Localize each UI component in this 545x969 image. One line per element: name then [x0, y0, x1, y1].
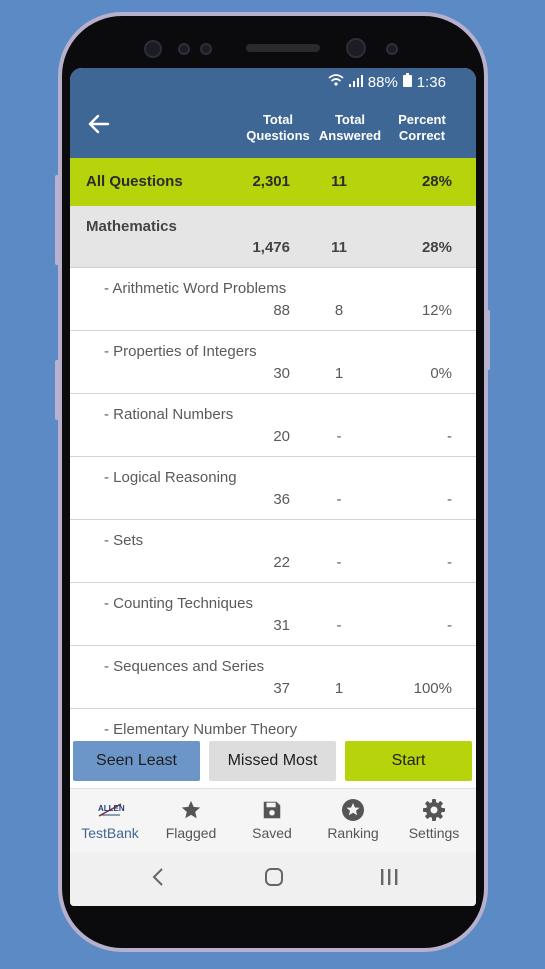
- missed-most-button[interactable]: Missed Most: [209, 741, 336, 781]
- row-label: All Questions: [86, 173, 183, 190]
- total-answered: -: [336, 617, 342, 634]
- bottom-tab-bar: ALLEN TestBank Flagged Saved Ranking Set…: [70, 788, 476, 853]
- category-label: Mathematics: [86, 218, 177, 235]
- topic-row[interactable]: - Arithmetic Word Problems 88 8 12%: [70, 268, 476, 331]
- topic-row[interactable]: - Properties of Integers 30 1 0%: [70, 331, 476, 394]
- sensor-icon: [386, 43, 398, 55]
- percent-correct: 28%: [421, 173, 452, 190]
- header-percent-correct: Percent Correct: [398, 112, 446, 143]
- topic-row[interactable]: - Elementary Number Theory: [70, 709, 476, 738]
- total-questions: 1,476: [252, 239, 290, 256]
- total-questions: 30: [273, 365, 290, 382]
- iris-sensor-icon: [144, 40, 162, 58]
- nav-back-icon[interactable]: [150, 866, 166, 893]
- tab-label: Settings: [408, 825, 460, 841]
- tab-saved[interactable]: Saved: [232, 795, 312, 841]
- percent-correct: -: [447, 617, 452, 634]
- battery-percent: 88%: [367, 73, 398, 91]
- total-answered: -: [336, 428, 342, 445]
- start-button[interactable]: Start: [345, 741, 472, 781]
- percent-correct: 12%: [421, 302, 452, 319]
- tab-testbank[interactable]: ALLEN TestBank: [70, 795, 150, 841]
- total-questions: 22: [273, 554, 290, 571]
- percent-correct: -: [447, 428, 452, 445]
- nav-recents-icon[interactable]: [378, 866, 400, 893]
- total-answered: 8: [334, 302, 344, 319]
- allen-logo-text: ALLEN: [98, 804, 125, 813]
- topic-row[interactable]: - Rational Numbers 20 - -: [70, 394, 476, 457]
- sensor-icon: [178, 43, 190, 55]
- category-row[interactable]: Mathematics 1,476 11 28%: [70, 206, 476, 268]
- total-answered: 11: [331, 173, 347, 190]
- front-camera-icon: [346, 38, 366, 58]
- total-questions: 20: [273, 428, 290, 445]
- allen-logo-icon: ALLEN: [70, 795, 150, 825]
- tab-settings[interactable]: Settings: [394, 795, 474, 841]
- tab-flagged[interactable]: Flagged: [151, 795, 231, 841]
- status-bar: 88% 1:36: [70, 68, 476, 96]
- topic-label: - Arithmetic Word Problems: [104, 280, 287, 297]
- topic-label: - Sequences and Series: [104, 658, 265, 675]
- back-arrow-icon[interactable]: [88, 110, 110, 141]
- app-header: Total Questions Total Answered Percent C…: [70, 96, 476, 158]
- topic-label: - Elementary Number Theory: [104, 721, 298, 738]
- stats-list: All Questions 2,301 11 28% Mathematics 1…: [70, 158, 476, 738]
- wifi-icon: [328, 73, 344, 91]
- sensor-icon: [200, 43, 212, 55]
- topic-row[interactable]: - Logical Reasoning 36 - -: [70, 457, 476, 520]
- clock: 1:36: [416, 73, 446, 91]
- power-button: [486, 310, 490, 370]
- tab-ranking[interactable]: Ranking: [313, 795, 393, 841]
- total-questions: 37: [273, 680, 290, 697]
- total-answered: 11: [331, 239, 347, 256]
- volume-button: [55, 175, 59, 265]
- screen: 88% 1:36 Total Questions Total Answered …: [70, 68, 476, 906]
- header-total-answered: Total Answered: [318, 112, 382, 143]
- tab-label: TestBank: [81, 825, 139, 841]
- topic-label: - Logical Reasoning: [104, 469, 237, 486]
- topic-row[interactable]: - Sequences and Series 37 1 100%: [70, 646, 476, 709]
- topic-label: - Rational Numbers: [104, 406, 234, 423]
- percent-correct: -: [447, 554, 452, 571]
- system-nav-bar: [70, 852, 476, 906]
- percent-correct: -: [447, 491, 452, 508]
- total-answered: -: [336, 554, 342, 571]
- topic-label: - Properties of Integers: [104, 343, 257, 360]
- battery-icon: [402, 73, 412, 91]
- nav-home-icon[interactable]: [263, 866, 285, 893]
- all-questions-row[interactable]: All Questions 2,301 11 28%: [70, 158, 476, 206]
- tab-label: Flagged: [165, 825, 217, 841]
- percent-correct: 28%: [421, 239, 452, 256]
- percent-correct: 0%: [430, 365, 452, 382]
- signal-icon: [348, 74, 363, 91]
- star-icon: [151, 795, 231, 825]
- total-questions: 2,301: [252, 173, 290, 190]
- earpiece-speaker: [246, 44, 320, 52]
- ranking-star-icon: [313, 795, 393, 825]
- total-questions: 88: [273, 302, 290, 319]
- topic-label: - Counting Techniques: [104, 595, 253, 612]
- total-answered: 1: [334, 365, 344, 382]
- total-answered: -: [336, 491, 342, 508]
- bixby-button: [55, 360, 59, 420]
- save-icon: [232, 795, 312, 825]
- topic-row[interactable]: - Sets 22 - -: [70, 520, 476, 583]
- total-questions: 31: [273, 617, 290, 634]
- action-bar: Seen Least Missed Most Start: [70, 738, 476, 788]
- seen-least-button[interactable]: Seen Least: [73, 741, 200, 781]
- gear-icon: [394, 795, 474, 825]
- topic-label: - Sets: [104, 532, 144, 549]
- header-total-questions: Total Questions: [246, 112, 310, 143]
- percent-correct: 100%: [413, 680, 452, 697]
- tab-label: Saved: [252, 825, 292, 841]
- total-answered: 1: [334, 680, 344, 697]
- tab-label: Ranking: [327, 825, 379, 841]
- topic-row[interactable]: - Counting Techniques 31 - -: [70, 583, 476, 646]
- total-questions: 36: [273, 491, 290, 508]
